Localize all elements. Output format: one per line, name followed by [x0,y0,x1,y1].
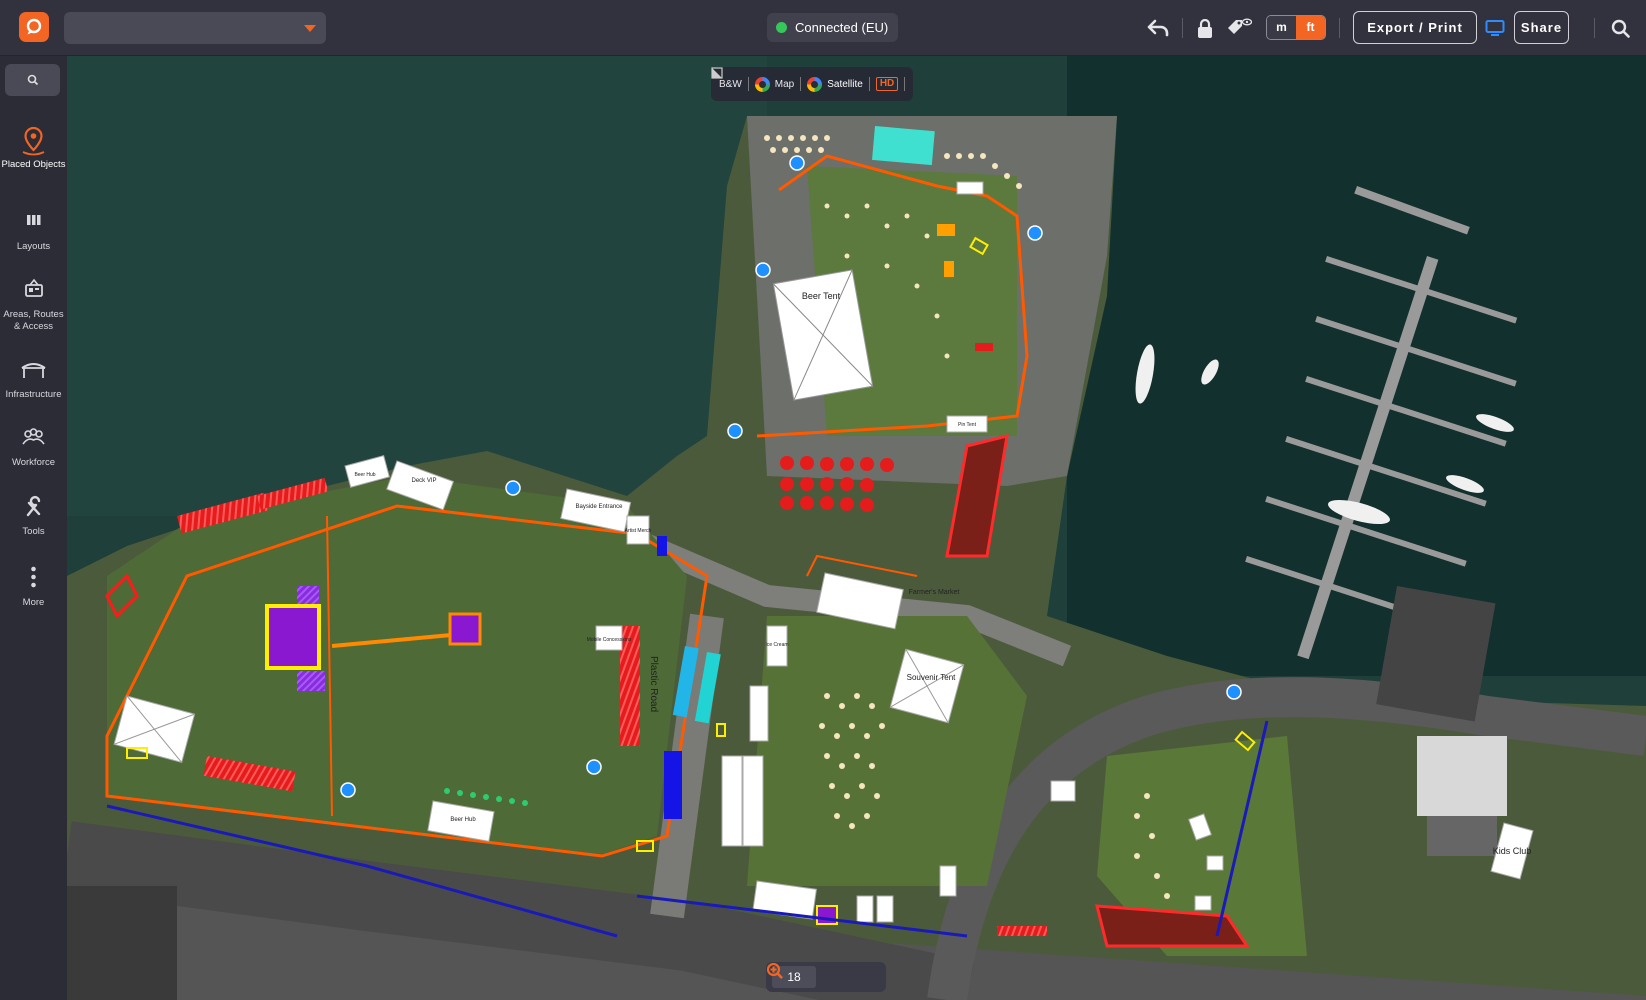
sidebar-item-tools[interactable]: Tools [0,493,67,538]
sidebar-search-button[interactable] [5,64,60,96]
areas-icon [25,278,43,297]
souvenir-tent-label: Souvenir Tent [907,673,957,682]
divider [1182,18,1183,38]
artist-merch-label: Artist Merch [625,528,652,534]
pin-tent-label: Pin Tent [958,422,977,428]
map-layer-switcher: B&W Map Satellite HD [711,67,914,101]
sidebar-item-infrastructure[interactable]: Infrastructure [0,356,67,401]
sidebar-item-label: Infrastructure [5,389,62,400]
beer-hub-label: Beer Hub [450,817,476,823]
lock-icon[interactable] [1194,14,1216,42]
sidebar-item-label: Workforce [11,457,56,468]
sidebar-item-label: Tools [22,526,45,537]
sidebar-item-workforce[interactable]: Workforce [0,424,67,469]
satellite-map-canvas[interactable]: Beer Tent Farmer's Market Souvenir Tent … [67,56,1646,1000]
divider [1594,18,1595,38]
app-logo[interactable] [19,12,49,42]
mobile-concessions-label: Mobile Concessions [587,637,632,643]
layer-bw-button[interactable]: B&W [711,67,742,90]
layer-satellite-button[interactable]: Satellite [807,76,863,92]
layer-map-button[interactable]: Map [754,76,795,92]
connection-status: Connected (EU) [767,13,899,42]
top-bar: Connected (EU) m ft Export / Print Share [0,0,1646,56]
plastic-road-label: Plastic Road [648,656,659,712]
hd-toggle[interactable]: HD [875,77,899,91]
divider [800,77,802,91]
more-icon [31,566,36,588]
tag-visibility-icon[interactable] [1224,14,1254,42]
units-toggle[interactable]: m ft [1266,15,1326,40]
zoom-in-icon[interactable] [766,962,784,980]
farmers-market-label: Farmer's Market [909,589,960,596]
bw-layer-icon [711,67,723,79]
layer-satellite-label: Satellite [827,78,863,90]
present-screen-icon[interactable] [1483,14,1507,42]
zoom-control: 18 [766,962,886,992]
sidebar-item-label: Placed Objects [1,159,66,170]
connection-status-label: Connected (EU) [795,20,889,35]
divider [904,77,906,91]
chevron-down-icon [304,25,316,32]
ice-cream-label: Ice Cream [765,642,788,648]
infrastructure-icon [21,363,46,378]
layer-map-label: Map [774,78,795,90]
logo-icon [26,18,42,35]
sidebar-item-label: More [22,597,45,608]
divider [868,77,870,91]
google-icon [807,76,823,92]
undo-icon[interactable] [1144,14,1172,42]
share-button[interactable]: Share [1514,11,1569,44]
layouts-icon [27,215,41,225]
kids-club-label: Kids Club [1493,846,1532,856]
search-icon [27,74,38,86]
layer-bw-label: B&W [719,78,742,90]
sidebar-item-label: Layouts [16,241,51,252]
project-select[interactable] [64,12,326,44]
tools-icon [26,495,41,517]
divider [1339,18,1340,38]
sidebar-item-more[interactable]: More [0,564,67,609]
bayside-entrance-label: Bayside Entrance [575,504,623,510]
google-icon [754,76,770,92]
sidebar-item-layouts[interactable]: Layouts [0,208,67,253]
status-dot-icon [776,22,787,33]
workforce-icon [22,428,45,445]
search-icon[interactable] [1608,14,1632,42]
site-map[interactable]: Beer Tent Farmer's Market Souvenir Tent … [67,56,1646,1000]
sidebar-item-label: Areas, Routes & Access [3,309,64,332]
sidebar-item-areas[interactable]: Areas, Routes & Access [0,276,67,333]
beer-hub-north-label: Beer Hub [354,472,375,478]
sidebar-item-placed-objects[interactable]: Placed Objects [0,126,67,171]
units-metric-button[interactable]: m [1267,16,1296,39]
beer-tent-label: Beer Tent [802,291,841,301]
units-imperial-button[interactable]: ft [1296,16,1325,39]
sidebar: Placed Objects Layouts Areas, Routes & A… [0,56,67,1000]
deck-vip-label: Deck VIP [411,478,436,484]
export-print-button[interactable]: Export / Print [1353,11,1477,44]
map-pin-icon [22,126,45,156]
divider [747,77,749,91]
